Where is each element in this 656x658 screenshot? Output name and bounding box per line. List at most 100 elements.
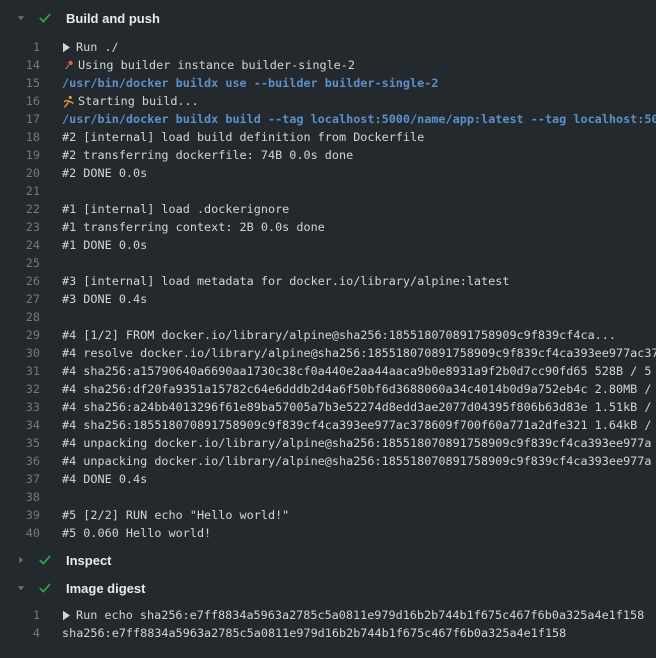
line-number[interactable]: 28	[0, 310, 40, 324]
log-line: 1 Run ./	[0, 38, 656, 56]
log-line-content: #5 0.060 Hello world!	[62, 526, 656, 540]
log-text: Run ./	[76, 40, 119, 54]
log-line-content: #1 [internal] load .dockerignore	[62, 202, 656, 216]
section-header-image-digest[interactable]: Image digest	[0, 574, 656, 602]
log-line: 26 #3 [internal] load metadata for docker…	[0, 272, 656, 290]
line-number[interactable]: 21	[0, 184, 40, 198]
log-line: 17/usr/bin/docker buildx build --tag loc…	[0, 110, 656, 128]
workflow-log-viewer: Build and push1Run ./14Using builder ins…	[0, 0, 656, 642]
group-toggle-icon[interactable]	[62, 42, 71, 53]
log-line-content: #4 sha256:a15790640a6690aa1730c38cf0a440…	[62, 364, 656, 378]
line-number[interactable]: 18	[0, 130, 40, 144]
log-line: 16 Starting build...	[0, 92, 656, 110]
log-line-content: #2 DONE 0.0s	[62, 166, 656, 180]
log-text: #4 [1/2] FROM docker.io/library/alpine@s…	[62, 328, 616, 342]
log-line: 36 #4 unpacking docker.io/library/alpine@…	[0, 452, 656, 470]
log-line-content: #2 transferring dockerfile: 74B 0.0s don…	[62, 148, 656, 162]
line-number[interactable]: 24	[0, 238, 40, 252]
line-number[interactable]: 31	[0, 364, 40, 378]
log-text: sha256:e7ff8834a5963a2785c5a0811e979d16b…	[62, 626, 566, 640]
section-header-inspect[interactable]: Inspect	[0, 546, 656, 574]
line-number[interactable]: 19	[0, 148, 40, 162]
line-number[interactable]: 15	[0, 76, 40, 90]
chevron-right-icon[interactable]	[16, 555, 28, 565]
section-title: Build and push	[66, 11, 160, 26]
line-number[interactable]: 22	[0, 202, 40, 216]
log-text: Starting build...	[78, 94, 199, 108]
log-line: 14 Using builder instance builder-single-…	[0, 56, 656, 74]
line-number[interactable]: 29	[0, 328, 40, 342]
log-line: 34 #4 sha256:185518070891758909c9f839cf4c…	[0, 416, 656, 434]
line-number[interactable]: 33	[0, 400, 40, 414]
runner-icon	[62, 95, 75, 108]
log-text: #4 sha256:a15790640a6690aa1730c38cf0a440…	[62, 364, 652, 378]
line-number[interactable]: 4	[0, 626, 40, 640]
line-number[interactable]: 40	[0, 526, 40, 540]
group-toggle-icon[interactable]	[62, 610, 71, 621]
pushpin-icon	[62, 59, 75, 72]
line-number[interactable]: 25	[0, 256, 40, 270]
log-line: 31 #4 sha256:a15790640a6690aa1730c38cf0a4…	[0, 362, 656, 380]
line-number[interactable]: 30	[0, 346, 40, 360]
log-text: /usr/bin/docker buildx build --tag local…	[62, 112, 656, 126]
section-title: Inspect	[66, 553, 112, 568]
log-line-content: #4 sha256:185518070891758909c9f839cf4ca3…	[62, 418, 656, 432]
log-line: 4 sha256:e7ff8834a5963a2785c5a0811e979d16…	[0, 624, 656, 642]
log-text: #2 DONE 0.0s	[62, 166, 147, 180]
log-line: 25	[0, 254, 656, 272]
log-text: /usr/bin/docker buildx use --builder bui…	[62, 76, 438, 90]
log-text: #4 unpacking docker.io/library/alpine@sh…	[62, 436, 652, 450]
line-number[interactable]: 1	[0, 608, 40, 622]
log-text: #1 transferring context: 2B 0.0s done	[62, 220, 325, 234]
log-line: 35 #4 unpacking docker.io/library/alpine@…	[0, 434, 656, 452]
line-number[interactable]: 26	[0, 274, 40, 288]
log-line-content: /usr/bin/docker buildx build --tag local…	[62, 112, 656, 126]
log-line-content: #5 [2/2] RUN echo "Hello world!"	[62, 508, 656, 522]
line-number[interactable]: 14	[0, 58, 40, 72]
line-number[interactable]: 17	[0, 112, 40, 126]
line-number[interactable]: 1	[0, 40, 40, 54]
log-line: 32 #4 sha256:df20fa9351a15782c64e6dddb2d4…	[0, 380, 656, 398]
chevron-down-icon[interactable]	[16, 583, 28, 593]
log-text: #4 DONE 0.4s	[62, 472, 147, 486]
line-number[interactable]: 27	[0, 292, 40, 306]
line-number[interactable]: 23	[0, 220, 40, 234]
log-line: 15/usr/bin/docker buildx use --builder b…	[0, 74, 656, 92]
line-number[interactable]: 32	[0, 382, 40, 396]
log-line-content: #4 resolve docker.io/library/alpine@sha2…	[62, 346, 656, 360]
log-line: 20 #2 DONE 0.0s	[0, 164, 656, 182]
line-number[interactable]: 34	[0, 418, 40, 432]
log-line: 23 #1 transferring context: 2B 0.0s done	[0, 218, 656, 236]
line-number[interactable]: 38	[0, 490, 40, 504]
log-line: 27#3 DONE 0.4s	[0, 290, 656, 308]
log-line: 33#4 sha256:a24bb4013296f61e89ba57005a7b…	[0, 398, 656, 416]
line-number[interactable]: 35	[0, 436, 40, 450]
log-line-content: Using builder instance builder-single-2	[62, 58, 656, 72]
log-line-content: #4 unpacking docker.io/library/alpine@sh…	[62, 454, 656, 468]
log-line: 21	[0, 182, 656, 200]
log-line-content: #4 sha256:df20fa9351a15782c64e6dddb2d4a6…	[62, 382, 656, 396]
log-text: #5 0.060 Hello world!	[62, 526, 211, 540]
line-number[interactable]: 37	[0, 472, 40, 486]
log-line-content: #4 unpacking docker.io/library/alpine@sh…	[62, 436, 656, 450]
log-text: #2 [internal] load build definition from…	[62, 130, 424, 144]
log-line-content: #4 [1/2] FROM docker.io/library/alpine@s…	[62, 328, 656, 342]
log-line: 22 #1 [internal] load .dockerignore	[0, 200, 656, 218]
log-line: 40 #5 0.060 Hello world!	[0, 524, 656, 542]
log-line: 37 #4 DONE 0.4s	[0, 470, 656, 488]
log-text: #2 transferring dockerfile: 74B 0.0s don…	[62, 148, 353, 162]
line-number[interactable]: 39	[0, 508, 40, 522]
log-line-content: #2 [internal] load build definition from…	[62, 130, 656, 144]
check-icon	[38, 553, 54, 567]
log-text: #4 sha256:df20fa9351a15782c64e6dddb2d4a6…	[62, 382, 652, 396]
line-number[interactable]: 16	[0, 94, 40, 108]
section-header-build-and-push[interactable]: Build and push	[0, 4, 656, 32]
log-text: #5 [2/2] RUN echo "Hello world!"	[62, 508, 289, 522]
line-number[interactable]: 36	[0, 454, 40, 468]
log-line: 30 #4 resolve docker.io/library/alpine@sh…	[0, 344, 656, 362]
log-line: 38	[0, 488, 656, 506]
chevron-down-icon[interactable]	[16, 13, 28, 23]
log-line-content: #3 [internal] load metadata for docker.i…	[62, 274, 656, 288]
line-number[interactable]: 20	[0, 166, 40, 180]
log-lines-build-and-push: 1 Run ./ 14 Using builder instance builder-…	[0, 38, 656, 542]
